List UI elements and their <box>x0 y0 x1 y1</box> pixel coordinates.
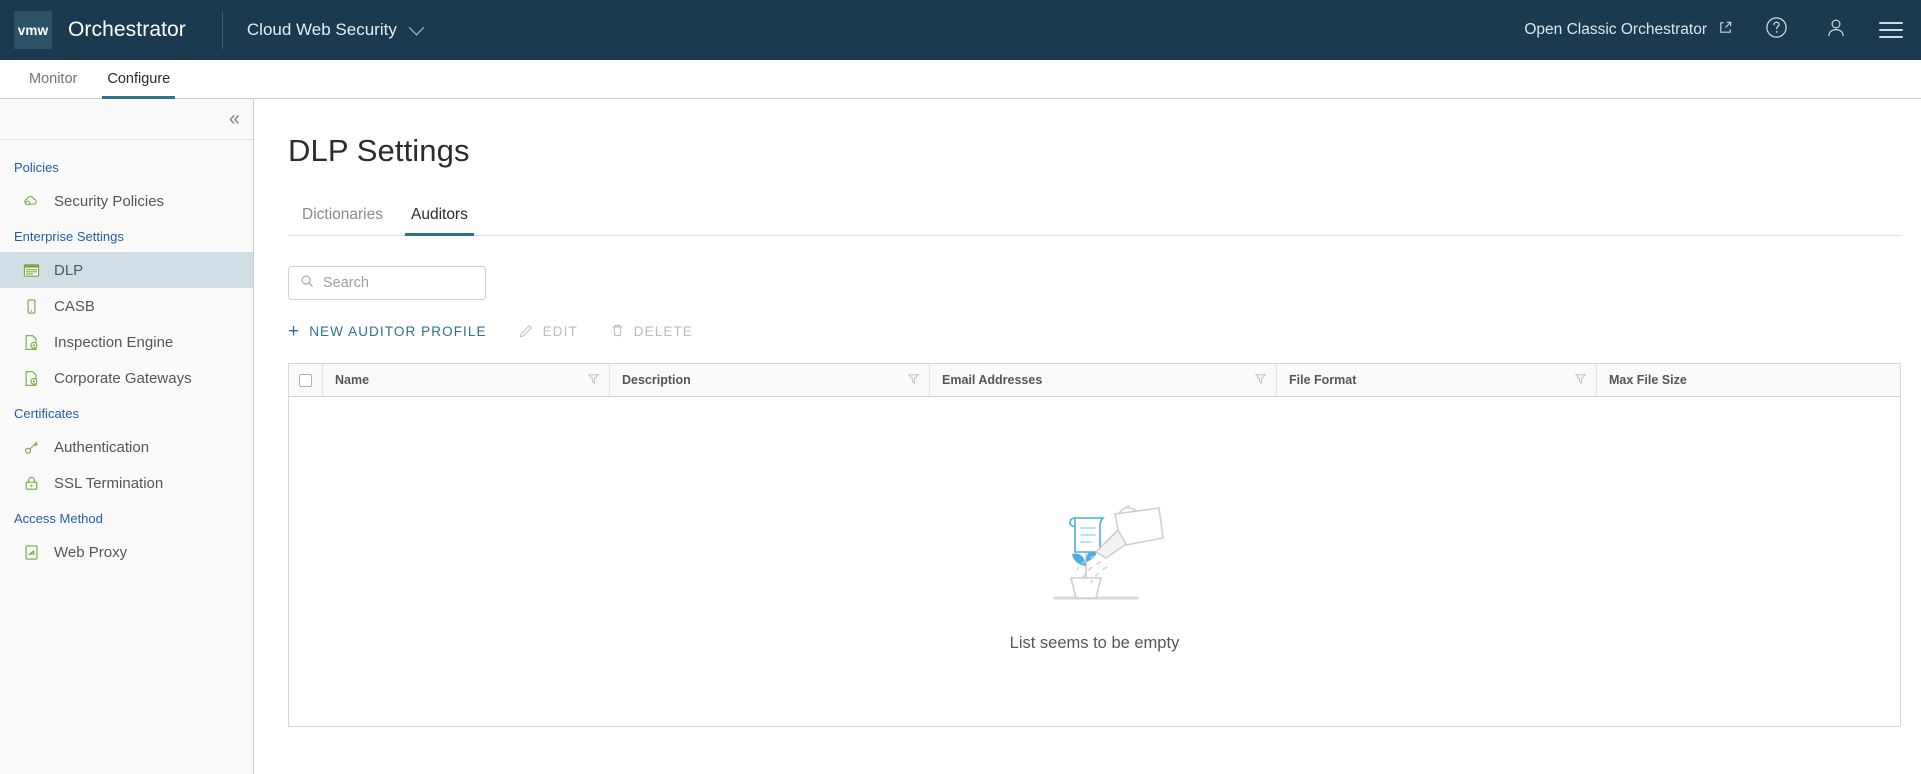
nav-group-access-method: Access Method <box>14 511 103 526</box>
sidebar-item-label: Authentication <box>54 438 150 456</box>
column-header-label: File Format <box>1289 373 1357 387</box>
column-header-label: Name <box>335 373 370 387</box>
edit-label: Edit <box>542 324 578 339</box>
delete-button[interactable]: Delete <box>610 323 693 341</box>
search-icon <box>300 274 314 293</box>
user-icon <box>1824 16 1848 45</box>
empty-state-message: List seems to be empty <box>1009 634 1180 652</box>
left-sidebar: « Policies Security Policies Enterprise … <box>0 99 254 774</box>
column-header-max-file-size[interactable]: Max File Size <box>1597 364 1900 396</box>
column-header-description[interactable]: Description <box>610 364 930 396</box>
sidebar-item-label: Corporate Gateways <box>54 369 192 387</box>
mobile-device-icon <box>22 297 40 315</box>
sidebar-item-casb[interactable]: CASB <box>0 288 253 324</box>
share-document-icon <box>22 543 40 561</box>
header-actions: Open Classic Orchestrator <box>1524 13 1903 47</box>
sidebar-item-web-proxy[interactable]: Web Proxy <box>0 534 253 570</box>
trash-icon <box>610 323 625 341</box>
table-grid-icon <box>22 261 40 279</box>
sidebar-item-corporate-gateways[interactable]: Corporate Gateways <box>0 360 253 396</box>
table-action-bar: + New Auditor Profile Edit <box>288 322 1921 341</box>
lock-icon <box>22 474 40 492</box>
help-button[interactable] <box>1759 13 1793 47</box>
new-auditor-profile-button[interactable]: + New Auditor Profile <box>288 322 487 341</box>
header-divider <box>221 11 223 49</box>
plus-icon: + <box>288 321 301 342</box>
tab-monitor[interactable]: Monitor <box>14 60 92 98</box>
sidebar-nav-list: Policies Security Policies Enterprise Se… <box>0 140 253 570</box>
cloud-policy-icon <box>22 192 40 210</box>
table-body-empty-state: List seems to be empty <box>289 397 1900 727</box>
user-profile-button[interactable] <box>1819 13 1853 47</box>
application-window: vmw Orchestrator Cloud Web Security Open… <box>0 0 1921 774</box>
column-header-label: Email Addresses <box>942 373 1043 387</box>
main-content: DLP Settings Dictionaries Auditors Searc… <box>254 99 1921 774</box>
search-input[interactable] <box>323 275 474 291</box>
sidebar-item-label: DLP <box>54 261 84 279</box>
sidebar-item-label: CASB <box>54 297 95 315</box>
column-header-label: Max File Size <box>1609 373 1687 387</box>
tab-auditors[interactable]: Auditors <box>397 206 482 236</box>
tab-dictionaries-label: Dictionaries <box>302 206 383 223</box>
column-header-name[interactable]: Name <box>323 364 610 396</box>
auditors-table: Name Description Email Addresses File Fo… <box>288 363 1901 727</box>
vmware-logo: vmw <box>14 11 52 49</box>
column-header-file-format[interactable]: File Format <box>1277 364 1597 396</box>
filter-icon[interactable] <box>907 373 920 387</box>
edit-button[interactable]: Edit <box>519 323 578 341</box>
brand-block: vmw Orchestrator <box>14 11 186 49</box>
sidebar-item-label: Web Proxy <box>54 543 128 561</box>
tab-auditors-label: Auditors <box>410 206 468 223</box>
chevron-down-icon <box>408 19 425 35</box>
product-title: Orchestrator <box>68 18 186 41</box>
nav-group-enterprise-settings: Enterprise Settings <box>14 229 124 244</box>
open-classic-orchestrator-link[interactable]: Open Classic Orchestrator <box>1524 20 1733 40</box>
sidebar-item-label: Security Policies <box>54 192 165 210</box>
open-classic-label: Open Classic Orchestrator <box>1524 21 1707 38</box>
double-chevron-left-icon: « <box>228 108 240 130</box>
delete-label: Delete <box>633 324 693 339</box>
pencil-icon <box>519 323 534 341</box>
sidebar-item-ssl-termination[interactable]: SSL Termination <box>0 465 253 501</box>
vmware-logo-text: vmw <box>17 22 49 38</box>
watering-can-plant-document-icon <box>1015 470 1175 620</box>
document-gear-icon <box>22 333 40 351</box>
service-selector-dropdown[interactable]: Cloud Web Security <box>246 19 425 40</box>
filter-icon[interactable] <box>1254 373 1267 387</box>
sidebar-item-dlp[interactable]: DLP <box>0 252 253 288</box>
sidebar-item-inspection-engine[interactable]: Inspection Engine <box>0 324 253 360</box>
sidebar-collapse-button[interactable]: « <box>0 99 253 140</box>
select-all-checkbox[interactable] <box>299 373 312 387</box>
tab-configure[interactable]: Configure <box>92 60 185 99</box>
body-container: « Policies Security Policies Enterprise … <box>0 99 1921 774</box>
sidebar-item-security-policies[interactable]: Security Policies <box>0 183 253 219</box>
nav-group-policies: Policies <box>14 160 59 175</box>
tab-configure-label: Configure <box>107 71 171 87</box>
column-header-label: Description <box>622 373 691 387</box>
sidebar-item-label: SSL Termination <box>54 474 164 492</box>
sidebar-item-authentication[interactable]: Authentication <box>0 429 253 465</box>
key-icon <box>22 438 40 456</box>
search-box[interactable] <box>288 266 486 300</box>
column-header-email-addresses[interactable]: Email Addresses <box>930 364 1277 396</box>
tab-dictionaries[interactable]: Dictionaries <box>288 206 397 235</box>
hamburger-menu-icon[interactable] <box>1879 22 1903 38</box>
select-all-cell <box>289 364 323 396</box>
document-gear-icon <box>22 369 40 387</box>
service-selector-label: Cloud Web Security <box>246 20 397 39</box>
page-title: DLP Settings <box>288 133 470 168</box>
search-area <box>288 266 1921 300</box>
sidebar-item-label: Inspection Engine <box>54 333 174 351</box>
new-auditor-profile-label: New Auditor Profile <box>309 324 487 339</box>
filter-icon[interactable] <box>587 373 600 387</box>
top-header-bar: vmw Orchestrator Cloud Web Security Open… <box>0 0 1921 60</box>
help-icon <box>1764 15 1789 45</box>
content-tab-bar: Dictionaries Auditors <box>288 206 1901 236</box>
primary-tab-bar: Monitor Configure <box>0 60 1921 99</box>
external-link-icon <box>1718 20 1733 40</box>
nav-group-certificates: Certificates <box>14 406 80 421</box>
filter-icon[interactable] <box>1574 373 1587 387</box>
tab-monitor-label: Monitor <box>29 71 78 87</box>
table-header-row: Name Description Email Addresses File Fo… <box>289 364 1900 397</box>
